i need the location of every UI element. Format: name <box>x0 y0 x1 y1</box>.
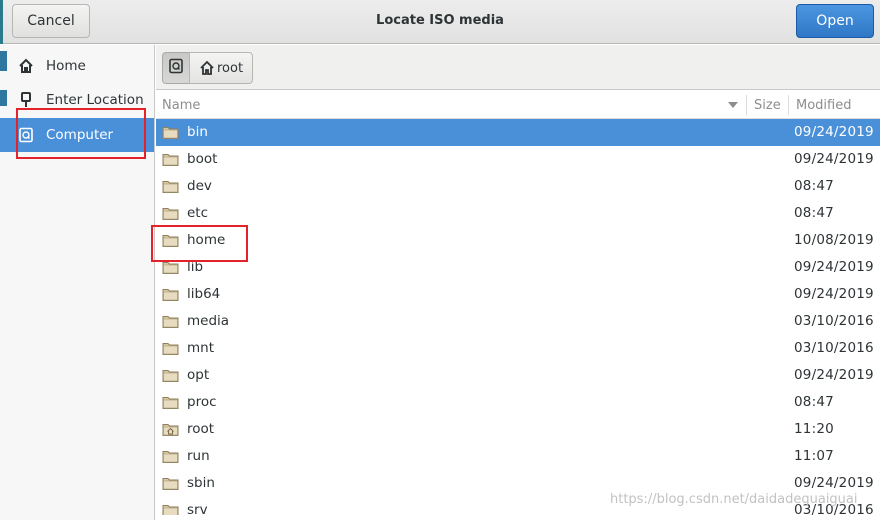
sidebar-item-label: Home <box>46 58 86 74</box>
path-segment-computer[interactable] <box>162 52 190 84</box>
file-name: dev <box>187 178 212 194</box>
file-modified: 09/24/2019 <box>794 259 874 275</box>
file-name: root <box>187 421 215 437</box>
file-row-etc[interactable]: etc 08:47 <box>156 200 880 227</box>
folder-icon <box>162 394 179 410</box>
file-modified: 09/24/2019 <box>794 286 874 302</box>
column-size-header[interactable]: Size <box>754 91 781 119</box>
location-pin-icon <box>18 92 34 108</box>
file-name: mnt <box>187 340 214 356</box>
background-window-edge <box>0 51 7 71</box>
file-row-dev[interactable]: dev 08:47 <box>156 173 880 200</box>
file-modified: 08:47 <box>794 178 834 194</box>
file-name: etc <box>187 205 209 221</box>
home-icon <box>199 60 215 76</box>
folder-icon <box>162 448 179 464</box>
file-name: opt <box>187 367 210 383</box>
file-modified: 03/10/2016 <box>794 313 874 329</box>
folder-icon <box>162 475 179 491</box>
sort-descending-icon <box>728 102 738 108</box>
folder-icon <box>162 313 179 329</box>
home-folder-icon <box>162 421 179 437</box>
watermark: https://blog.csdn.net/daidadeguaiguai <box>610 492 858 507</box>
open-button[interactable]: Open <box>796 4 874 38</box>
file-row-lib[interactable]: lib 09/24/2019 <box>156 254 880 281</box>
folder-icon <box>162 205 179 221</box>
dialog-title: Locate ISO media <box>376 13 504 28</box>
file-name: bin <box>187 124 208 140</box>
sidebar-item-label: Enter Location <box>46 92 144 108</box>
file-modified: 08:47 <box>794 394 834 410</box>
file-row-media[interactable]: media 03/10/2016 <box>156 308 880 335</box>
file-modified: 09/24/2019 <box>794 124 874 140</box>
file-modified: 09/24/2019 <box>794 475 874 491</box>
file-row-lib64[interactable]: lib64 09/24/2019 <box>156 281 880 308</box>
file-row-root[interactable]: root 11:20 <box>156 416 880 443</box>
folder-icon <box>162 178 179 194</box>
folder-icon <box>162 340 179 356</box>
list-bottom <box>156 515 880 520</box>
header-bar: Cancel Locate ISO media Open <box>0 0 880 44</box>
file-modified: 09/24/2019 <box>794 151 874 167</box>
file-row-proc[interactable]: proc 08:47 <box>156 389 880 416</box>
file-name: lib64 <box>187 286 221 302</box>
file-row-opt[interactable]: opt 09/24/2019 <box>156 362 880 389</box>
column-divider[interactable] <box>746 95 747 115</box>
file-row-run[interactable]: run 11:07 <box>156 443 880 470</box>
folder-icon <box>162 124 179 140</box>
folder-icon <box>162 151 179 167</box>
column-name-header[interactable]: Name <box>162 91 746 119</box>
file-name: media <box>187 313 230 329</box>
annotation-box-computer <box>16 108 146 159</box>
file-modified: 11:20 <box>794 421 834 437</box>
column-modified-header[interactable]: Modified <box>796 91 851 119</box>
file-row-boot[interactable]: boot 09/24/2019 <box>156 146 880 173</box>
path-segment-label: root <box>217 60 244 76</box>
folder-icon <box>162 367 179 383</box>
column-header: Name Size Modified <box>156 91 880 119</box>
file-modified: 03/10/2016 <box>794 340 874 356</box>
home-icon <box>18 58 34 74</box>
sidebar-item-home[interactable]: Home <box>0 49 154 83</box>
file-row-mnt[interactable]: mnt 03/10/2016 <box>156 335 880 362</box>
file-modified: 08:47 <box>794 205 834 221</box>
file-row-home[interactable]: home 10/08/2019 <box>156 227 880 254</box>
background-window-edge <box>0 90 7 106</box>
path-bar: root <box>156 45 880 90</box>
file-name: proc <box>187 394 217 410</box>
computer-icon <box>168 58 184 78</box>
folder-icon <box>162 286 179 302</box>
file-name: boot <box>187 151 218 167</box>
path-segment-root[interactable]: root <box>189 52 253 84</box>
file-name: run <box>187 448 210 464</box>
file-modified: 10/08/2019 <box>794 232 874 248</box>
column-divider[interactable] <box>788 95 789 115</box>
file-modified: 11:07 <box>794 448 834 464</box>
annotation-box-home <box>151 225 248 262</box>
file-row-bin[interactable]: bin 09/24/2019 <box>156 119 880 146</box>
file-modified: 09/24/2019 <box>794 367 874 383</box>
file-name: sbin <box>187 475 215 491</box>
